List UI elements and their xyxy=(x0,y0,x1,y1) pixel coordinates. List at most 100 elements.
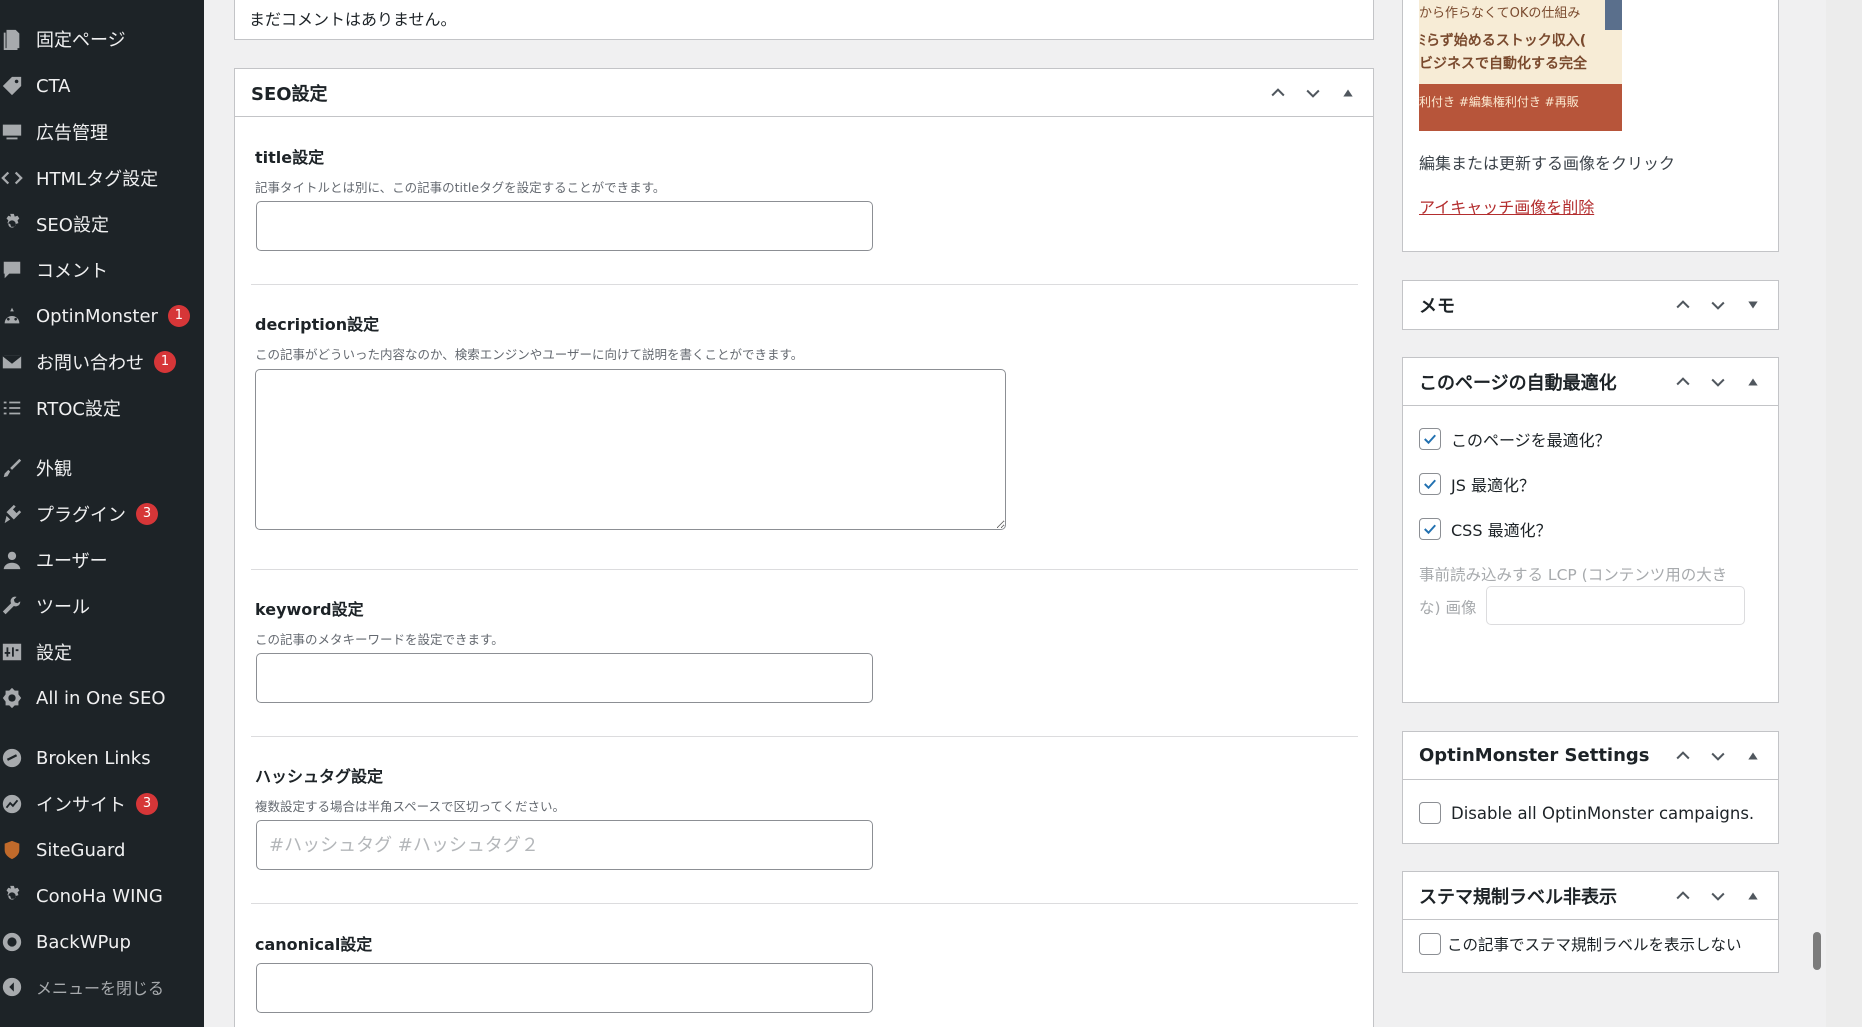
optimize-js-checkbox[interactable] xyxy=(1419,473,1441,495)
optimize-css-label: CSS 最適化？ xyxy=(1451,521,1552,540)
toggle-panel-button[interactable] xyxy=(1735,879,1770,914)
gear-icon xyxy=(0,884,24,908)
sidebar-item-comments[interactable]: コメント xyxy=(0,250,204,290)
list-icon xyxy=(0,396,24,420)
sidebar-item-appearance[interactable]: 外観 xyxy=(0,448,204,488)
admin-sidebar: 固定ページ CTA 広告管理 HTMLタグ設定 SEO設定 コメント Optin… xyxy=(0,0,204,1027)
remove-featured-image-link[interactable]: アイキャッチ画像を削除 xyxy=(1419,194,1594,218)
user-icon xyxy=(0,548,24,572)
sidebar-item-cta[interactable]: CTA xyxy=(0,66,204,106)
title-input[interactable] xyxy=(256,201,873,251)
sidebar-item-label: インサイト xyxy=(36,795,126,816)
optimize-page-option[interactable]: このページを最適化？ xyxy=(1419,427,1611,451)
title-field-label: title設定 xyxy=(255,148,325,167)
settings-icon xyxy=(0,640,24,664)
keyword-input[interactable] xyxy=(256,653,873,703)
keyword-field-desc: この記事のメタキーワードを設定できます。 xyxy=(255,632,504,647)
monster-icon xyxy=(0,304,24,328)
move-down-button[interactable] xyxy=(1700,288,1735,323)
comments-box: まだコメントはありません。 xyxy=(234,0,1374,40)
toggle-panel-button[interactable] xyxy=(1330,76,1365,111)
sidebar-item-aioseo[interactable]: All in One SEO xyxy=(0,678,204,718)
window-edge xyxy=(1826,0,1862,1027)
sidebar-item-label: All in One SEO xyxy=(36,687,166,709)
sidebar-item-contact[interactable]: お問い合わせ 1 xyxy=(0,342,204,382)
sidebar-item-insights[interactable]: インサイト 3 xyxy=(0,784,204,824)
sidebar-item-conoha-wing[interactable]: ConoHa WING xyxy=(0,876,204,916)
move-down-button[interactable] xyxy=(1700,879,1735,914)
sidebar-item-rtoc[interactable]: RTOC設定 xyxy=(0,388,204,428)
stealth-box-title: ステマ規制ラベル非表示 xyxy=(1419,886,1617,908)
sidebar-item-label: 広告管理 xyxy=(36,123,108,144)
sidebar-item-users[interactable]: ユーザー xyxy=(0,540,204,580)
sidebar-item-label: 外観 xyxy=(36,459,72,480)
box-controls xyxy=(1665,281,1770,329)
pin-icon xyxy=(0,0,24,12)
sidebar-item-label: Broken Links xyxy=(36,747,151,769)
lcp-image-input[interactable] xyxy=(1486,586,1745,625)
plugin-icon xyxy=(0,502,24,526)
toggle-panel-button[interactable] xyxy=(1735,739,1770,774)
hide-stealth-label-checkbox[interactable] xyxy=(1419,933,1441,955)
gear-icon xyxy=(0,212,24,236)
optimize-js-label: JS 最適化？ xyxy=(1451,476,1535,495)
scrollbar-thumb[interactable] xyxy=(1813,932,1821,970)
sidebar-item-label: BackWPup xyxy=(36,931,131,953)
hide-stealth-label-option[interactable]: この記事でステマ規制ラベルを表示しない xyxy=(1419,933,1742,955)
optimize-box-title: このページの自動最適化 xyxy=(1419,372,1617,394)
sidebar-item-label: ユーザー xyxy=(36,551,108,572)
optimize-js-option[interactable]: JS 最適化？ xyxy=(1419,472,1535,496)
box-controls xyxy=(1665,732,1770,780)
sidebar-item-html-tags[interactable]: HTMLタグ設定 xyxy=(0,158,204,198)
sidebar-item-tools[interactable]: ツール xyxy=(0,586,204,626)
optimize-css-option[interactable]: CSS 最適化？ xyxy=(1419,517,1552,541)
disable-optinmonster-label: Disable all OptinMonster campaigns. xyxy=(1451,803,1755,823)
move-down-button[interactable] xyxy=(1295,76,1330,111)
move-up-button[interactable] xyxy=(1665,879,1700,914)
optimize-page-label: このページを最適化？ xyxy=(1451,431,1611,450)
broken-link-icon xyxy=(0,746,24,770)
sidebar-item-label: SiteGuard xyxy=(36,839,126,861)
move-up-button[interactable] xyxy=(1260,76,1295,111)
description-textarea[interactable] xyxy=(255,369,1006,530)
disable-optinmonster-checkbox[interactable] xyxy=(1419,802,1441,824)
thumbnail-caption-2: ﾐらず始めるストック収入( xyxy=(1419,33,1587,49)
mail-icon xyxy=(0,350,24,374)
canonical-input[interactable] xyxy=(256,963,873,1013)
optimize-css-checkbox[interactable] xyxy=(1419,518,1441,540)
sidebar-item-siteguard[interactable]: SiteGuard xyxy=(0,830,204,870)
tag-icon xyxy=(0,74,24,98)
sidebar-item-label: ConoHa WING xyxy=(36,885,163,907)
notification-badge: 1 xyxy=(154,351,176,373)
collapse-menu-button[interactable]: メニューを閉じる xyxy=(0,967,204,1007)
move-down-button[interactable] xyxy=(1700,365,1735,400)
code-icon xyxy=(0,166,24,190)
disable-optinmonster-option[interactable]: Disable all OptinMonster campaigns. xyxy=(1419,802,1754,824)
toggle-panel-button[interactable] xyxy=(1735,288,1770,323)
ads-icon xyxy=(0,120,24,144)
sidebar-item-settings[interactable]: 設定 xyxy=(0,632,204,672)
hashtag-input[interactable] xyxy=(256,820,873,870)
featured-image-thumbnail[interactable]: から作らなくてOKの仕組み ﾐらず始めるストック収入( ビジネスで自動化する完全… xyxy=(1419,0,1622,131)
sidebar-item-label: SEO設定 xyxy=(36,215,109,236)
move-up-button[interactable] xyxy=(1665,739,1700,774)
move-up-button[interactable] xyxy=(1665,365,1700,400)
title-field-desc: 記事タイトルとは別に、この記事のtitleタグを設定することができます。 xyxy=(255,180,666,195)
sidebar-item-pages[interactable]: 固定ページ xyxy=(0,19,204,59)
move-down-button[interactable] xyxy=(1700,739,1735,774)
sidebar-item-seo[interactable]: SEO設定 xyxy=(0,204,204,244)
sidebar-item-backwpup[interactable]: BackWPup xyxy=(0,922,204,962)
seo-box-title: SEO設定 xyxy=(251,83,328,105)
shield-icon xyxy=(0,838,24,862)
toggle-panel-button[interactable] xyxy=(1735,365,1770,400)
sidebar-item-ads[interactable]: 広告管理 xyxy=(0,112,204,152)
move-up-button[interactable] xyxy=(1665,288,1700,323)
sidebar-item-label: OptinMonster xyxy=(36,305,158,327)
sidebar-item-broken-links[interactable]: Broken Links xyxy=(0,738,204,778)
sidebar-item-optinmonster[interactable]: OptinMonster 1 xyxy=(0,296,204,336)
optimize-page-checkbox[interactable] xyxy=(1419,428,1441,450)
sidebar-item-posts-partial[interactable] xyxy=(0,0,204,20)
sidebar-item-plugins[interactable]: プラグイン 3 xyxy=(0,494,204,534)
checkmark-icon xyxy=(1424,479,1436,490)
thumbnail-caption-1: から作らなくてOKの仕組み xyxy=(1419,6,1581,21)
